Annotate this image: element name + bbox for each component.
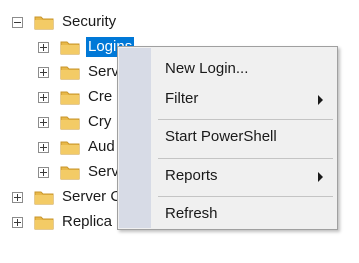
folder-icon	[60, 139, 80, 155]
folder-icon	[34, 214, 54, 230]
context-menu: New Login... Filter Start PowerShell Rep…	[117, 46, 338, 230]
tree-node-label: Cry	[88, 113, 112, 130]
tree-node-label: Aud	[88, 138, 115, 155]
tree-node-label: Cre	[88, 88, 113, 105]
expand-icon[interactable]	[12, 217, 23, 228]
tree-node-label: Replica	[62, 213, 113, 230]
folder-icon	[34, 189, 54, 205]
tree-node-label: Serv	[88, 63, 119, 80]
folder-icon	[60, 89, 80, 105]
tree-node-label: Security	[62, 13, 117, 30]
folder-icon	[60, 164, 80, 180]
expand-icon[interactable]	[38, 142, 49, 153]
expand-icon[interactable]	[38, 42, 49, 53]
expand-icon[interactable]	[12, 192, 23, 203]
menu-item-label: Refresh	[165, 205, 218, 222]
menu-item-refresh[interactable]: Refresh	[118, 200, 337, 228]
menu-item-label: New Login...	[165, 60, 249, 77]
collapse-icon[interactable]	[12, 17, 23, 28]
folder-icon	[34, 14, 54, 30]
menu-item-label: Filter	[165, 90, 199, 107]
object-explorer-screenshot: Security Logins Serv Cre Cry Aud Serv Se…	[0, 0, 359, 263]
menu-item-filter[interactable]: Filter	[118, 85, 337, 113]
expand-icon[interactable]	[38, 92, 49, 103]
submenu-arrow-icon	[318, 172, 323, 182]
expand-icon[interactable]	[38, 167, 49, 178]
menu-item-start-powershell[interactable]: Start PowerShell	[118, 123, 337, 151]
menu-item-reports[interactable]: Reports	[118, 162, 337, 190]
folder-icon	[60, 64, 80, 80]
menu-item-label: Start PowerShell	[165, 128, 277, 145]
folder-icon	[60, 114, 80, 130]
menu-separator	[158, 158, 333, 159]
expand-icon[interactable]	[38, 67, 49, 78]
folder-icon	[60, 39, 80, 55]
expand-icon[interactable]	[38, 117, 49, 128]
menu-separator	[158, 196, 333, 197]
tree-node-label: Server C	[62, 188, 122, 205]
menu-item-new-login[interactable]: New Login...	[118, 55, 337, 83]
tree-node-label: Serv	[88, 163, 119, 180]
menu-separator	[158, 119, 333, 120]
menu-item-label: Reports	[165, 167, 218, 184]
submenu-arrow-icon	[318, 95, 323, 105]
